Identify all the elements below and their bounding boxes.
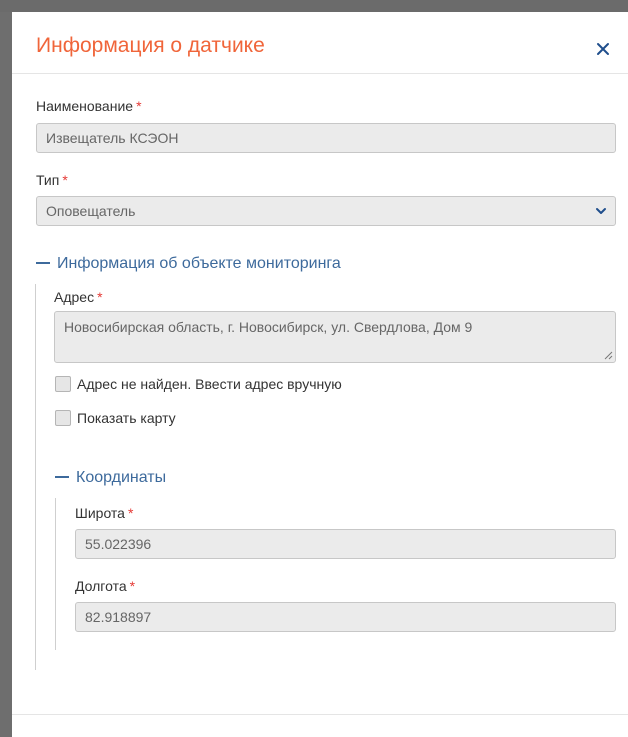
address-value: Новосибирская область, г. Новосибирск, у… <box>64 319 473 335</box>
manual-address-checkbox[interactable] <box>55 376 71 392</box>
monitoring-section-border <box>35 284 36 670</box>
show-map-label: Показать карту <box>77 410 176 426</box>
coordinates-section-toggle[interactable]: Координаты <box>55 468 166 488</box>
name-input[interactable]: Извещатель КСЭОН <box>36 123 616 153</box>
longitude-input[interactable]: 82.918897 <box>75 602 616 632</box>
type-select[interactable]: Оповещатель <box>36 196 616 226</box>
resize-grip-icon[interactable] <box>603 350 613 360</box>
close-icon <box>597 43 609 55</box>
type-label-text: Тип <box>36 172 60 188</box>
name-label: Наименование * <box>36 98 142 114</box>
longitude-label: Долгота * <box>75 578 135 594</box>
show-map-checkbox-row[interactable]: Показать карту <box>55 409 255 427</box>
minus-icon <box>36 261 50 264</box>
monitoring-section-toggle[interactable]: Информация об объекте мониторинга <box>36 254 341 274</box>
show-map-checkbox[interactable] <box>55 410 71 426</box>
sensor-info-dialog: Информация о датчике Наименование * Извещ… <box>12 12 628 737</box>
manual-address-label: Адрес не найден. Ввести адрес вручную <box>77 376 342 392</box>
dialog-footer-divider <box>12 714 628 715</box>
dialog-title: Информация о датчике <box>36 34 265 57</box>
required-mark: * <box>62 172 68 188</box>
address-label: Адрес * <box>54 289 103 305</box>
required-mark: * <box>136 98 142 114</box>
backdrop-overlay-left <box>0 12 12 737</box>
close-button[interactable] <box>596 42 610 56</box>
latitude-label-text: Широта <box>75 505 125 521</box>
manual-address-checkbox-row[interactable]: Адрес не найден. Ввести адрес вручную <box>55 375 455 393</box>
latitude-label: Широта * <box>75 505 133 521</box>
latitude-input[interactable]: 55.022396 <box>75 529 616 559</box>
chevron-down-icon <box>596 208 606 214</box>
address-label-text: Адрес <box>54 289 95 305</box>
minus-icon <box>55 475 69 478</box>
address-textarea[interactable]: Новосибирская область, г. Новосибирск, у… <box>54 311 616 363</box>
coordinates-section-title: Координаты <box>76 469 167 486</box>
backdrop-overlay-top <box>0 0 628 12</box>
dialog-header: Информация о датчике <box>12 12 628 74</box>
coordinates-section-border <box>55 498 56 650</box>
monitoring-section-title: Информация об объекте мониторинга <box>57 255 341 272</box>
name-label-text: Наименование <box>36 98 134 114</box>
type-select-value: Оповещатель <box>46 203 136 219</box>
required-mark: * <box>129 578 136 594</box>
longitude-label-text: Долгота <box>75 578 127 594</box>
required-mark: * <box>97 289 103 305</box>
required-mark: * <box>127 505 134 521</box>
type-label: Тип * <box>36 172 68 188</box>
